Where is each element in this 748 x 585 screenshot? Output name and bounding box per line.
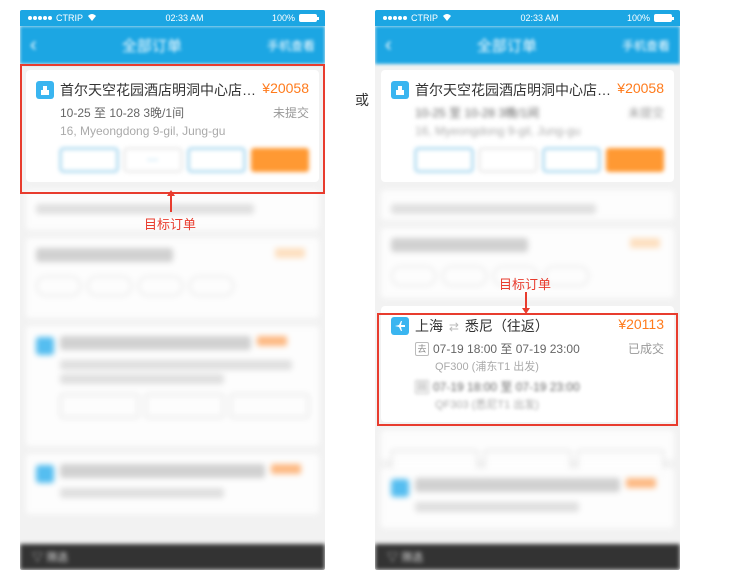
header-title: 全部订单 (122, 35, 182, 56)
hotel-title: 首尔天空花园酒店明洞中心店 (H... (415, 80, 611, 100)
hotel-icon (36, 81, 54, 99)
signal-icon (383, 16, 407, 20)
order-card-placeholder (26, 454, 319, 514)
order-card-placeholder (381, 468, 674, 528)
flight-order-card[interactable]: 上海 ⇄ 悉尼（往返） ¥20113 去 07-19 18:00 至 07-19… (381, 306, 674, 422)
hotel-dates: 10-25 至 10-28 3晚/1间 (415, 104, 539, 121)
hotel-status: 未提交 (273, 104, 309, 121)
status-bar: CTRIP 02:33 AM 100% (375, 10, 680, 26)
battery-icon (299, 14, 317, 22)
hotel-address: 16, Myeongdong 9-gil, Jung-gu (391, 124, 664, 138)
header-right-action[interactable]: 手机查看 (267, 37, 315, 54)
time-label: 02:33 AM (165, 13, 203, 23)
time-label: 02:33 AM (520, 13, 558, 23)
action-button-3[interactable] (188, 148, 246, 172)
annotation-arrow-icon (170, 196, 172, 212)
flight-out-code: QF300 (浦东T1 出发) (391, 358, 664, 374)
flight-title: 上海 ⇄ 悉尼（往返） (415, 316, 612, 336)
annotation-label-right: 目标订单 (499, 274, 551, 293)
return-icon: 回 (415, 380, 429, 394)
action-button-4[interactable] (606, 148, 664, 172)
filter-button[interactable]: ▽ 筛选 (387, 549, 423, 565)
hotel-status: 未提交 (628, 104, 664, 121)
app-header: ‹ 全部订单 手机查看 (375, 26, 680, 64)
annotation-arrow-icon (525, 292, 527, 308)
back-icon[interactable]: ‹ (385, 34, 392, 57)
flight-status: 已成交 (628, 340, 664, 357)
back-icon[interactable]: ‹ (30, 34, 37, 57)
action-button-1[interactable] (415, 148, 473, 172)
hotel-address: 16, Myeongdong 9-gil, Jung-gu (36, 124, 309, 138)
action-button-4[interactable] (251, 148, 309, 172)
swap-icon: ⇄ (449, 320, 459, 334)
order-card-placeholder (26, 238, 319, 318)
wifi-icon (442, 13, 452, 23)
status-bar: CTRIP 02:33 AM 100% (20, 10, 325, 26)
action-button-1[interactable] (60, 148, 118, 172)
order-card-placeholder (381, 430, 674, 460)
action-button-2[interactable] (479, 148, 537, 172)
carrier-label: CTRIP (56, 13, 83, 23)
filter-button[interactable]: ▽ 筛选 (32, 549, 68, 565)
signal-icon (28, 16, 52, 20)
annotation-label-left: 目标订单 (144, 214, 196, 233)
wifi-icon (87, 13, 97, 23)
hotel-price: ¥20058 (262, 80, 309, 96)
flight-icon (391, 317, 409, 335)
battery-label: 100% (627, 13, 650, 23)
order-list: 首尔天空花园酒店明洞中心店 (H... ¥20058 10-25 至 10-28… (375, 64, 680, 570)
hotel-title: 首尔天空花园酒店明洞中心店 (H... (60, 80, 256, 100)
battery-icon (654, 14, 672, 22)
phone-left: CTRIP 02:33 AM 100% ‹ 全部订单 手机查看 (20, 10, 325, 570)
outbound-icon: 去 (415, 342, 429, 356)
carrier-label: CTRIP (411, 13, 438, 23)
battery-label: 100% (272, 13, 295, 23)
header-right-action[interactable]: 手机查看 (622, 37, 670, 54)
hotel-order-card[interactable]: 首尔天空花园酒店明洞中心店 (H... ¥20058 10-25 至 10-28… (381, 70, 674, 182)
order-card-placeholder (381, 190, 674, 220)
order-card-placeholder (26, 326, 319, 446)
flight-price: ¥20113 (618, 316, 664, 332)
flight-ret-line: 07-19 18:00 至 07-19 23:00 (433, 378, 580, 395)
action-button-2[interactable]: ··· (124, 148, 182, 172)
flight-ret-code: QF303 (悉尼T1 出发) (391, 396, 664, 412)
hotel-icon (391, 81, 409, 99)
or-label: 或 (355, 90, 369, 110)
bottom-bar: ▽ 筛选 (20, 544, 325, 570)
flight-out-line: 07-19 18:00 至 07-19 23:00 (433, 340, 624, 357)
action-button-3[interactable] (543, 148, 601, 172)
bottom-bar: ▽ 筛选 (375, 544, 680, 570)
hotel-order-card[interactable]: 首尔天空花园酒店明洞中心店 (H... ¥20058 10-25 至 10-28… (26, 70, 319, 182)
hotel-dates: 10-25 至 10-28 3晚/1间 (60, 104, 184, 121)
header-title: 全部订单 (477, 35, 537, 56)
order-list: 首尔天空花园酒店明洞中心店 (H... ¥20058 10-25 至 10-28… (20, 64, 325, 570)
hotel-price: ¥20058 (617, 80, 664, 96)
app-header: ‹ 全部订单 手机查看 (20, 26, 325, 64)
phone-right: CTRIP 02:33 AM 100% ‹ 全部订单 手机查看 (375, 10, 680, 570)
